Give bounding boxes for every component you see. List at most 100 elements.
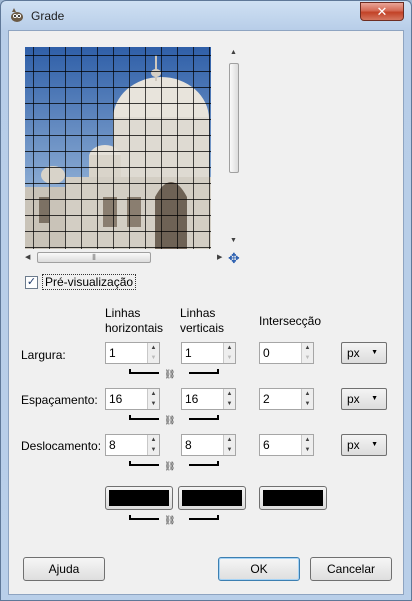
preview-image[interactable] <box>25 47 211 249</box>
chain-bracket-left <box>129 515 159 520</box>
ok-button[interactable]: OK <box>218 557 300 581</box>
chain-link-icon: ⛓ <box>164 369 176 379</box>
vertical-color-swatch <box>182 490 242 506</box>
preview-vertical-scrollbar[interactable]: ▲ ▼ <box>228 47 240 249</box>
width-horizontal-spinbox[interactable]: ▲▼ <box>105 342 160 364</box>
column-heading-vertical: Linhas verticais <box>180 306 224 336</box>
horizontal-scroll-thumb[interactable]: ⦀ <box>37 252 151 263</box>
width-label: Largura: <box>21 348 66 362</box>
spin-up-icon[interactable]: ▲ <box>148 435 159 445</box>
offset-intersection-input[interactable] <box>260 435 300 455</box>
spin-up-icon[interactable]: ▲ <box>148 389 159 399</box>
preview-toggle[interactable]: ✓ Pré-visualização <box>25 274 137 290</box>
scroll-right-arrow-icon[interactable]: ▶ <box>217 253 222 261</box>
chain-bracket-right <box>189 461 219 466</box>
scroll-grip-icon: ⦀ <box>92 252 96 262</box>
spacing-horizontal-spinbox[interactable]: ▲▼ <box>105 388 160 410</box>
cancel-button[interactable]: Cancelar <box>310 557 392 581</box>
width-chain-button[interactable]: ⛓ <box>129 367 219 381</box>
column-heading-horizontal: Linhas horizontais <box>105 306 163 336</box>
intersection-color-button[interactable] <box>259 486 327 510</box>
offset-chain-button[interactable]: ⛓ <box>129 459 219 473</box>
offset-unit-select[interactable]: px ▼ <box>341 434 387 456</box>
spin-down-icon[interactable]: ▼ <box>302 399 313 409</box>
chain-bracket-right <box>189 515 219 520</box>
chain-bracket-left <box>129 369 159 374</box>
chain-link-icon: ⛓ <box>164 415 176 425</box>
title-bar[interactable]: Grade ✕ <box>1 1 411 31</box>
dialog-window: Grade ✕ ▲ ▼ ◀ ⦀ ▶ ✥ ✓ Pré-visualização L… <box>0 0 412 601</box>
heading-line: horizontais <box>105 321 164 335</box>
spin-up-icon[interactable]: ▲ <box>302 389 313 399</box>
spacing-vertical-input[interactable] <box>182 389 222 409</box>
spin-up-icon[interactable]: ▲ <box>302 435 313 445</box>
horizontal-color-button[interactable] <box>105 486 173 510</box>
offset-vertical-input[interactable] <box>182 435 222 455</box>
spacing-horizontal-input[interactable] <box>106 389 146 409</box>
preview-checkbox[interactable]: ✓ <box>25 275 38 289</box>
scroll-left-arrow-icon[interactable]: ◀ <box>25 253 30 261</box>
width-intersection-input[interactable] <box>260 343 300 363</box>
chain-bracket-left <box>129 461 159 466</box>
width-intersection-spinbox[interactable]: ▲▼ <box>259 342 314 364</box>
column-heading-intersection: Intersecção <box>259 314 322 328</box>
width-vertical-spinbox[interactable]: ▲▼ <box>181 342 236 364</box>
close-button[interactable]: ✕ <box>360 2 404 21</box>
gimp-app-icon <box>11 8 23 22</box>
spacing-intersection-input[interactable] <box>260 389 300 409</box>
spacing-unit-value: px <box>347 392 360 406</box>
spin-down-icon[interactable]: ▼ <box>302 353 313 363</box>
color-chain-button[interactable]: ⛓ <box>129 513 219 527</box>
spin-up-icon[interactable]: ▲ <box>224 435 235 445</box>
offset-vertical-spinbox[interactable]: ▲▼ <box>181 434 236 456</box>
vertical-color-button[interactable] <box>178 486 246 510</box>
heading-line: Linhas <box>105 306 141 320</box>
dropdown-arrow-icon: ▼ <box>371 395 378 402</box>
chain-bracket-right <box>189 415 219 420</box>
intersection-color-swatch <box>263 490 323 506</box>
vertical-scroll-thumb[interactable] <box>229 63 239 173</box>
width-vertical-input[interactable] <box>182 343 222 363</box>
spacing-chain-button[interactable]: ⛓ <box>129 413 219 427</box>
taj-mahal-preview-picture <box>25 47 211 249</box>
offset-horizontal-input[interactable] <box>106 435 146 455</box>
spin-down-icon[interactable]: ▼ <box>148 353 159 363</box>
spin-down-icon[interactable]: ▼ <box>148 399 159 409</box>
window-title: Grade <box>31 9 65 23</box>
horizontal-color-swatch <box>109 490 169 506</box>
preview-checkbox-label[interactable]: Pré-visualização <box>42 274 137 290</box>
width-horizontal-input[interactable] <box>106 343 146 363</box>
chain-link-icon: ⛓ <box>164 461 176 471</box>
scroll-down-arrow-icon[interactable]: ▼ <box>230 237 237 244</box>
heading-line: Linhas <box>180 306 216 320</box>
spin-down-icon[interactable]: ▼ <box>148 445 159 455</box>
chain-bracket-left <box>129 415 159 420</box>
dialog-content: ▲ ▼ ◀ ⦀ ▶ ✥ ✓ Pré-visualização Linhas ho… <box>8 30 404 595</box>
offset-unit-value: px <box>347 438 360 452</box>
scroll-up-arrow-icon[interactable]: ▲ <box>230 49 237 56</box>
offset-horizontal-spinbox[interactable]: ▲▼ <box>105 434 160 456</box>
chain-bracket-right <box>189 369 219 374</box>
width-unit-select[interactable]: px ▼ <box>341 342 387 364</box>
spin-down-icon[interactable]: ▼ <box>224 399 235 409</box>
spin-up-icon[interactable]: ▲ <box>148 343 159 353</box>
spin-up-icon[interactable]: ▲ <box>224 389 235 399</box>
spacing-vertical-spinbox[interactable]: ▲▼ <box>181 388 236 410</box>
dropdown-arrow-icon: ▼ <box>371 349 378 356</box>
heading-line: verticais <box>180 321 225 335</box>
spin-up-icon[interactable]: ▲ <box>224 343 235 353</box>
help-button[interactable]: Ajuda <box>23 557 105 581</box>
spacing-unit-select[interactable]: px ▼ <box>341 388 387 410</box>
spacing-intersection-spinbox[interactable]: ▲▼ <box>259 388 314 410</box>
offset-intersection-spinbox[interactable]: ▲▼ <box>259 434 314 456</box>
dropdown-arrow-icon: ▼ <box>371 441 378 448</box>
preview-horizontal-scrollbar[interactable]: ◀ ⦀ ▶ <box>25 251 225 265</box>
spacing-label: Espaçamento: <box>21 393 98 407</box>
spin-up-icon[interactable]: ▲ <box>302 343 313 353</box>
navigate-icon[interactable]: ✥ <box>228 250 240 267</box>
spin-down-icon[interactable]: ▼ <box>224 445 235 455</box>
width-unit-value: px <box>347 346 360 360</box>
spin-down-icon[interactable]: ▼ <box>224 353 235 363</box>
spin-down-icon[interactable]: ▼ <box>302 445 313 455</box>
offset-label: Deslocamento: <box>21 439 102 453</box>
